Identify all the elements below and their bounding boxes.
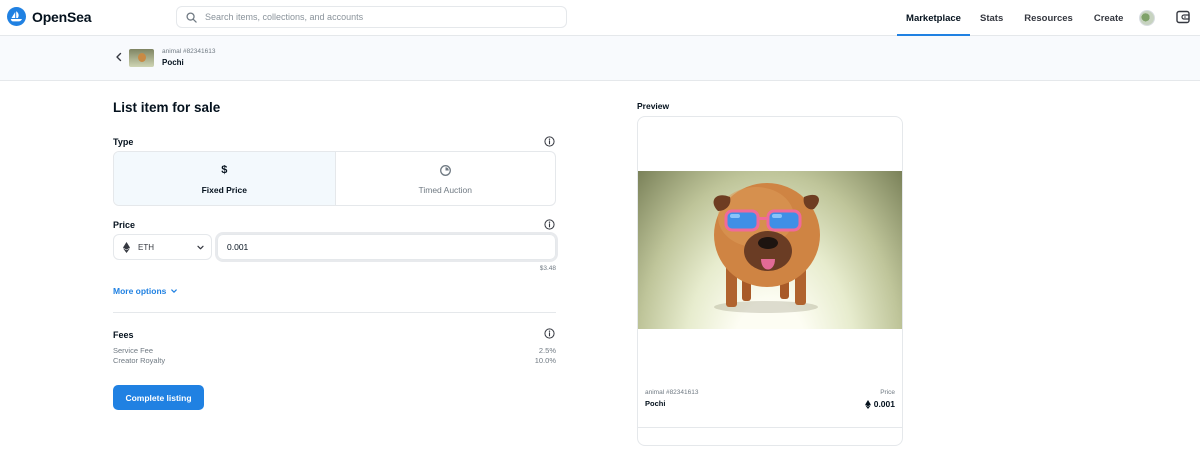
preview-price: 0.001 xyxy=(864,399,895,409)
search-input[interactable] xyxy=(205,12,545,22)
dollar-icon: $ xyxy=(221,164,228,176)
price-usd-value: $3.48 xyxy=(539,265,556,272)
listing-type-selector: $ Fixed Price Timed Auction xyxy=(113,151,556,206)
fees-label: Fees xyxy=(113,330,134,340)
item-subheader: animal #82341613 Pochi xyxy=(0,36,1200,81)
price-label: Price xyxy=(113,220,136,230)
type-fixed-price-label: Fixed Price xyxy=(201,185,247,195)
currency-value: ETH xyxy=(138,242,154,252)
more-options-toggle[interactable]: More options xyxy=(113,286,178,296)
profile-avatar[interactable] xyxy=(1139,10,1155,26)
price-field[interactable] xyxy=(217,234,556,260)
timer-icon xyxy=(439,165,451,176)
item-name: Pochi xyxy=(162,58,184,67)
complete-listing-button[interactable]: Complete listing xyxy=(113,385,204,410)
type-label: Type xyxy=(113,137,134,147)
creator-royalty-label: Creator Royalty xyxy=(113,356,166,365)
preview-collection: animal #82341613 xyxy=(645,389,699,396)
price-info-icon[interactable] xyxy=(544,219,555,230)
nft-image xyxy=(638,171,902,329)
search-icon xyxy=(186,11,197,23)
nav-links: Marketplace Stats Resources Create xyxy=(897,0,1123,36)
preview-item-name: Pochi xyxy=(645,399,666,408)
eth-icon xyxy=(864,399,871,409)
top-nav: OpenSea Marketplace Stats Resources Crea… xyxy=(0,0,1200,36)
eth-icon xyxy=(123,241,130,253)
preview-price-value: 0.001 xyxy=(873,399,895,409)
service-fee-label: Service Fee xyxy=(113,346,154,355)
card-footer-divider xyxy=(638,427,902,428)
search-bar[interactable] xyxy=(176,6,567,28)
opensea-logo[interactable]: OpenSea xyxy=(7,7,91,26)
back-arrow-icon[interactable] xyxy=(114,51,124,63)
type-fixed-price[interactable]: $ Fixed Price xyxy=(114,152,335,205)
opensea-logo-icon xyxy=(7,7,26,26)
brand-name: OpenSea xyxy=(32,8,92,25)
preview-title: Preview xyxy=(637,101,670,111)
more-options-label: More options xyxy=(113,286,167,296)
price-input[interactable] xyxy=(227,242,527,252)
creator-royalty-value: 10.0% xyxy=(534,356,556,365)
type-info-icon[interactable] xyxy=(544,136,555,147)
chevron-down-icon xyxy=(171,289,178,293)
service-fee-value: 2.5% xyxy=(538,346,556,355)
section-divider xyxy=(113,312,556,313)
type-timed-auction[interactable]: Timed Auction xyxy=(334,152,556,205)
preview-card[interactable]: animal #82341613 Pochi Price 0.001 xyxy=(637,116,903,446)
type-timed-auction-label: Timed Auction xyxy=(418,185,473,195)
preview-price-label: Price xyxy=(880,389,895,396)
nav-stats[interactable]: Stats xyxy=(980,0,1003,36)
currency-select[interactable]: ETH xyxy=(113,234,212,260)
item-thumbnail xyxy=(129,49,154,67)
item-collection[interactable]: animal #82341613 xyxy=(162,48,216,55)
fees-info-icon[interactable] xyxy=(544,328,555,339)
nav-create[interactable]: Create xyxy=(1094,0,1124,36)
nav-resources[interactable]: Resources xyxy=(1024,0,1073,36)
chevron-down-icon xyxy=(197,245,204,249)
nav-marketplace[interactable]: Marketplace xyxy=(897,0,970,36)
wallet-icon[interactable] xyxy=(1176,10,1190,24)
page-title: List item for sale xyxy=(113,100,221,115)
